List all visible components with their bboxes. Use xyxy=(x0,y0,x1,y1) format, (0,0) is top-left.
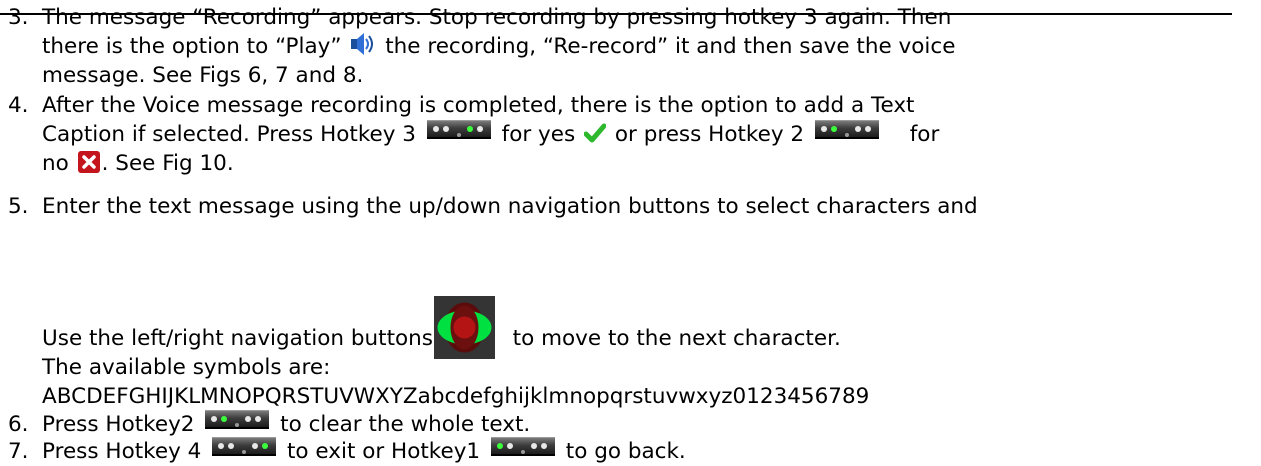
green-checkmark-icon xyxy=(583,122,607,144)
hotkey-2-icon xyxy=(814,120,879,139)
item-text: The message “Recording” appears. Stop re… xyxy=(42,5,952,30)
item-text: the recording, “Re-record” it and then s… xyxy=(378,34,956,59)
item-number: 5. xyxy=(8,194,29,219)
item-text: to move to the next character. xyxy=(505,326,841,351)
hotkey-2-icon xyxy=(205,410,270,429)
item-text: Press Hotkey 4 xyxy=(42,439,209,464)
red-x-icon xyxy=(77,151,100,173)
speaker-icon xyxy=(350,32,376,56)
item-text: The available symbols are: xyxy=(42,355,331,380)
item-text: to clear the whole text. xyxy=(273,412,531,437)
item-text: . See Fig 10. xyxy=(101,151,234,176)
hotkey-4-icon xyxy=(212,437,277,456)
item-number: 6. xyxy=(8,412,29,437)
item-text: Press Hotkey2 xyxy=(42,412,202,437)
item-text: Use the left/right navigation buttons xyxy=(42,326,440,351)
item-text: no xyxy=(42,151,76,176)
item-number: 7. xyxy=(8,439,29,464)
item-number: 3. xyxy=(8,5,29,30)
item-text: Enter the text message using the up/down… xyxy=(42,194,978,219)
item-number: 4. xyxy=(8,93,29,118)
hotkey-1-icon xyxy=(490,437,555,456)
hotkey-3-icon xyxy=(426,120,491,139)
item-text: for xyxy=(902,122,940,147)
item-text: to exit or Hotkey1 xyxy=(280,439,487,464)
symbols-text: ABCDEFGHIJKLMNOPQRSTUVWXYZabcdefghijklmn… xyxy=(42,384,870,409)
item-text: for yes xyxy=(494,122,583,147)
item-text: there is the option to “Play” xyxy=(42,34,349,59)
item-text: message. See Figs 6, 7 and 8. xyxy=(42,63,364,88)
item-text: or press Hotkey 2 xyxy=(608,122,811,147)
item-text: to go back. xyxy=(558,439,686,464)
item-text: Caption if selected. Press Hotkey 3 xyxy=(42,122,423,147)
item-text: After the Voice message recording is com… xyxy=(42,93,915,118)
